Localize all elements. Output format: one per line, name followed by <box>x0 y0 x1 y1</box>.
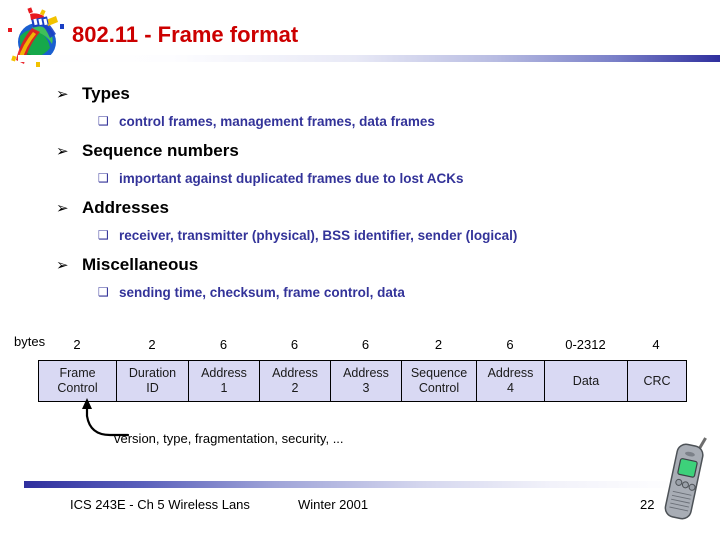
page-title: 802.11 - Frame format <box>72 22 299 47</box>
frame-field-label-line2: 3 <box>362 381 370 395</box>
frame-field-cell: Address 1 <box>189 361 260 401</box>
frame-field-label-line1: Address <box>343 366 389 380</box>
bullet-item-miscellaneous: ➢ Miscellaneous <box>56 253 696 280</box>
bullet-label: Miscellaneous <box>82 255 199 274</box>
footer-page-number: 22 <box>640 497 655 512</box>
square-bullet-icon: ❑ <box>98 228 109 242</box>
frame-field-bytes: 6 <box>290 337 299 352</box>
square-bullet-icon: ❑ <box>98 285 109 299</box>
frame-field-label-line2: 2 <box>291 381 299 395</box>
frame-field-label-line2: ID <box>146 381 159 395</box>
arrow-bullet-icon: ➢ <box>56 199 69 217</box>
frame-field-bytes: 4 <box>652 337 660 352</box>
square-bullet-icon: ❑ <box>98 114 109 128</box>
frame-field-cell: Duration ID <box>117 361 189 401</box>
arrow-bullet-icon: ➢ <box>56 85 69 103</box>
bullet-item-types: ➢ Types <box>56 82 696 109</box>
frame-field-bytes: 6 <box>361 337 370 352</box>
frame-field-cell: Address 2 <box>260 361 331 401</box>
footer-course-label: ICS 243E - Ch 5 Wireless Lans <box>70 497 250 512</box>
frame-field-label-line1: Sequence <box>410 366 468 380</box>
frame-field-cell: Address 4 <box>477 361 545 401</box>
sub-bullet-item-miscellaneous-1: ❑ sending time, checksum, frame control,… <box>98 282 696 305</box>
frame-field-cell: Sequence Control <box>402 361 477 401</box>
frame-byte-sizes-row: 2 2 6 6 6 2 6 0-2312 4 <box>38 336 685 356</box>
bullet-label: Addresses <box>82 198 169 217</box>
sub-bullet-label: sending time, checksum, frame control, d… <box>119 285 405 300</box>
arrow-bullet-icon: ➢ <box>56 256 69 274</box>
mobile-phone-icon <box>658 437 714 537</box>
frame-field-label-line1: Frame <box>59 366 96 380</box>
frame-field-bytes: 0-2312 <box>565 337 606 352</box>
frame-field-label-line2: Control <box>57 381 98 395</box>
frame-format-table: Frame Control Duration ID Address 1 Address 2 Ad… <box>38 360 687 402</box>
footer-divider-bar <box>24 481 684 488</box>
bullet-item-addresses: ➢ Addresses <box>56 196 696 223</box>
sub-bullet-label: control frames, management frames, data … <box>119 114 435 129</box>
square-bullet-icon: ❑ <box>98 171 109 185</box>
title-divider-bar <box>18 55 720 62</box>
frame-field-label-line1: Address <box>201 366 247 380</box>
frame-field-bytes: 6 <box>506 337 514 352</box>
frame-field-label-line2: Control <box>418 381 460 395</box>
frame-field-cell: CRC <box>628 361 686 401</box>
bullet-list: ➢ Types ❑ control frames, management fra… <box>56 82 696 310</box>
frame-field-label-line1: Address <box>272 366 318 380</box>
sub-bullet-label: important against duplicated frames due … <box>119 171 464 186</box>
slide-canvas: 802.11 - Frame format ➢ Types ❑ control … <box>0 0 720 540</box>
arrow-bullet-icon: ➢ <box>56 142 69 160</box>
bullet-item-sequence-numbers: ➢ Sequence numbers <box>56 139 696 166</box>
sub-bullet-label: receiver, transmitter (physical), BSS id… <box>119 228 518 243</box>
bullet-label: Sequence numbers <box>82 141 239 160</box>
sub-bullet-item-addresses-1: ❑ receiver, transmitter (physical), BSS … <box>98 225 696 248</box>
frame-field-label-line1: Duration <box>128 366 177 380</box>
frame-field-bytes: 2 <box>434 337 443 352</box>
frame-field-cell: Data <box>545 361 628 401</box>
sub-bullet-item-sequence-numbers-1: ❑ important against duplicated frames du… <box>98 168 696 191</box>
callout-text: version, type, fragmentation, security, … <box>114 431 344 446</box>
frame-field-cell: Frame Control <box>39 361 117 401</box>
frame-field-bytes: 2 <box>148 337 156 352</box>
footer-term-label: Winter 2001 <box>298 497 369 512</box>
frame-field-label-line2: 4 <box>507 381 514 395</box>
frame-field-label-line1: Address <box>487 366 534 380</box>
frame-field-bytes: 2 <box>73 337 81 352</box>
frame-field-label-line1: Data <box>572 373 600 388</box>
frame-field-label-line1: CRC <box>643 373 671 388</box>
bullet-label: Types <box>82 84 130 103</box>
frame-field-bytes: 6 <box>219 337 228 352</box>
sub-bullet-item-types-1: ❑ control frames, management frames, dat… <box>98 111 696 134</box>
frame-field-cell: Address 3 <box>331 361 402 401</box>
frame-field-label-line2: 1 <box>220 381 228 395</box>
